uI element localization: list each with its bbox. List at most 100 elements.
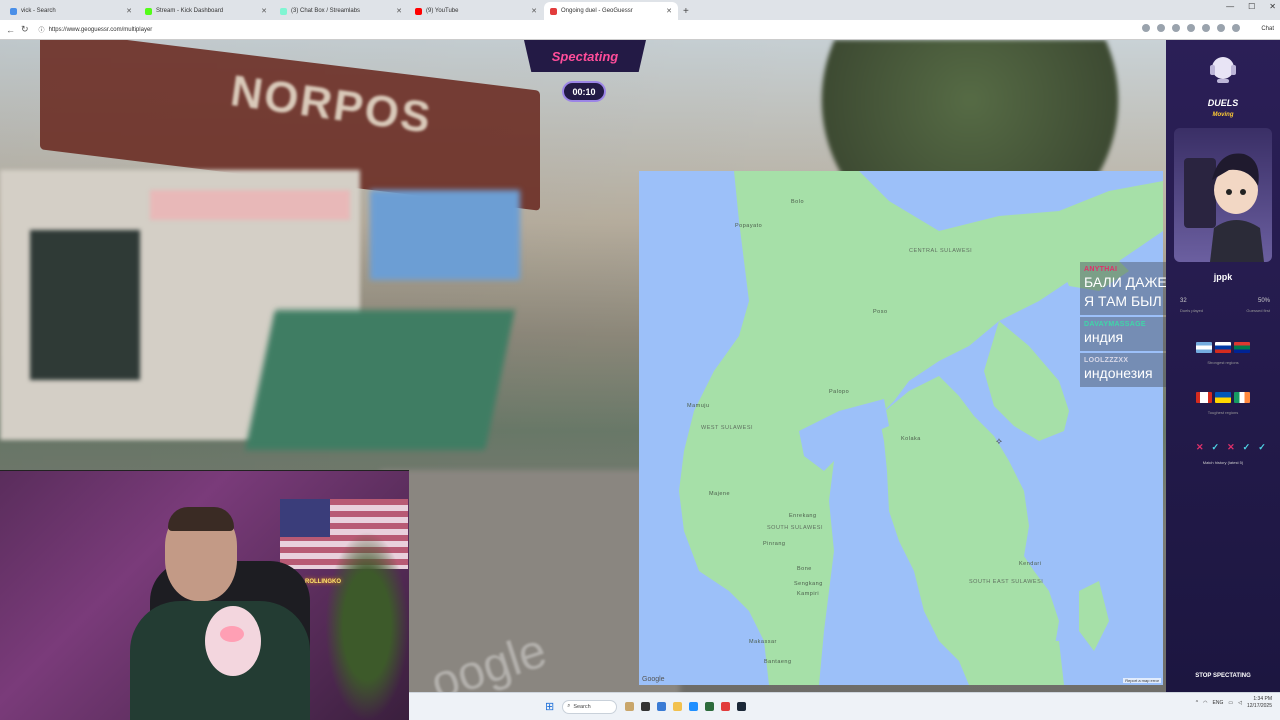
blue-wall — [370, 190, 520, 280]
extension-icon[interactable] — [1142, 24, 1150, 32]
map-city-label: Bolo — [791, 199, 805, 205]
browser-tab-strip: vick - Search ✕ Stream - Kick Dashboard ✕ … — [0, 0, 1280, 20]
map-city-label: Pinrang — [763, 541, 786, 547]
player-sidebar: DUELS Moving jppk 32 50% Duels played Gues… — [1166, 40, 1280, 692]
address-bar: ← ↻ ⓘ https://www.geoguessr.com/multiplay… — [0, 20, 1280, 40]
tab-label: (3) Chat Box / Streamlabs — [291, 8, 361, 14]
map-city-label: Popayato — [735, 223, 763, 229]
browser-tab[interactable]: (3) Chat Box / Streamlabs ✕ — [274, 2, 408, 20]
wifi-icon[interactable]: ◠ — [1203, 700, 1207, 706]
windows-start-icon[interactable]: ⊞ — [545, 700, 554, 713]
guessed-first-label: Guessed first — [1246, 308, 1270, 313]
close-tab-icon[interactable]: ✕ — [666, 7, 672, 15]
map-city-label: Kolaka — [901, 436, 921, 442]
argentina-flag-icon — [1196, 342, 1212, 353]
building-window — [30, 230, 140, 380]
slovenia-flag-icon — [1215, 342, 1231, 353]
close-tab-icon[interactable]: ✕ — [126, 7, 132, 15]
close-tab-icon[interactable]: ✕ — [531, 7, 537, 15]
browser-tab-active[interactable]: Ongoing duel - GeoGuessr ✕ — [544, 2, 678, 20]
reload-icon[interactable]: ↻ — [21, 24, 29, 35]
map-city-label: Mamuju — [687, 403, 710, 409]
map-region-label: CENTRAL SULAWESI — [909, 248, 973, 254]
steam-icon[interactable] — [737, 702, 747, 711]
chat-text: индия — [1084, 329, 1124, 345]
plush-toy-face — [220, 626, 244, 642]
download-icon[interactable] — [1202, 24, 1210, 32]
round-timer: 00:10 — [562, 81, 606, 102]
close-tab-icon[interactable]: ✕ — [396, 7, 402, 15]
sports-court — [245, 310, 515, 450]
maximize-icon[interactable]: ☐ — [1248, 2, 1255, 11]
app-icon[interactable] — [721, 702, 731, 711]
edge-icon[interactable] — [689, 702, 699, 711]
app-icon[interactable] — [641, 702, 651, 711]
christmas-tree — [325, 531, 409, 720]
network-icon[interactable]: ▭ — [1228, 700, 1233, 706]
extension-icon[interactable] — [1157, 24, 1165, 32]
app-icon[interactable] — [625, 702, 635, 711]
search-icon: ⌕ — [567, 703, 571, 709]
taskbar-search[interactable]: ⌕ Search — [562, 699, 618, 714]
windows-taskbar: ⊞ ⌕ Search ^ ◠ ENG ▭ ◁ 1:34 PM 12/17/2025 — [409, 692, 1280, 720]
map-region-label: WEST SULAWESI — [701, 425, 754, 431]
browser-tab[interactable]: vick - Search ✕ — [4, 2, 138, 20]
spectating-title: Spectating — [551, 48, 619, 64]
app-icon[interactable] — [657, 702, 667, 711]
taskbar-clock[interactable]: 1:34 PM 12/17/2025 — [1247, 696, 1272, 710]
tab-favicon-icon — [550, 7, 557, 15]
back-icon[interactable]: ← — [6, 25, 15, 35]
guess-map[interactable]: CENTRAL SULAWESI WEST SULAWESI SOUTH SUL… — [639, 171, 1163, 685]
tab-favicon-icon — [10, 7, 17, 15]
player-avatar — [1174, 128, 1272, 262]
folder-icon[interactable] — [673, 702, 683, 711]
menu-icon[interactable] — [1232, 24, 1240, 32]
map-city-label: Sengkang — [794, 581, 823, 587]
player-stats-labels: Duels played Guessed first — [1180, 308, 1270, 313]
map-city-label: Palopo — [829, 389, 850, 395]
profile-icon[interactable] — [1217, 24, 1225, 32]
neon-sign: ROLLINGKO — [305, 579, 341, 585]
chat-overlay: ANYTHAI БАЛИ ДАЖЕ НАВЕРНОЕ Я ТАМ БЫЛ DAV… — [1080, 262, 1248, 389]
webcam-overlay: ROLLINGKO — [0, 470, 409, 720]
report-map-error-link[interactable]: Report a map error — [1123, 678, 1161, 683]
strongest-regions-label: Strongest regions — [1207, 360, 1239, 365]
south-africa-flag-icon — [1234, 342, 1250, 353]
toughest-regions-flags — [1196, 392, 1250, 403]
map-city-label: Enrekang — [789, 513, 817, 519]
loss-icon: ✕ — [1227, 442, 1235, 452]
us-flag-canton — [280, 499, 330, 537]
app-icon[interactable] — [705, 702, 715, 711]
map-city-label: Kampiri — [797, 591, 820, 597]
tab-favicon-icon — [145, 7, 152, 15]
browser-tab[interactable]: Stream - Kick Dashboard ✕ — [139, 2, 273, 20]
map-region-label: SOUTH SULAWESI — [767, 525, 823, 531]
clock-date: 12/17/2025 — [1246, 703, 1272, 709]
duels-played-value: 32 — [1180, 298, 1187, 304]
tab-label: Stream - Kick Dashboard — [156, 8, 224, 14]
map-city-label: Makassar — [749, 639, 777, 645]
browser-tab[interactable]: (9) YouTube ✕ — [409, 2, 543, 20]
movement-status: Moving — [1212, 112, 1234, 118]
win-icon: ✓ — [1242, 442, 1251, 452]
map-region-label: SOUTH EAST SULAWESI — [969, 579, 1044, 585]
stop-spectating-button[interactable]: STOP SPECTATING — [1174, 667, 1272, 685]
extension-icon[interactable] — [1172, 24, 1180, 32]
google-logo: Google — [642, 676, 665, 683]
chat-message: LOOLZZZXX индонезия — [1080, 353, 1166, 387]
url-field[interactable]: ⓘ https://www.geoguessr.com/multiplayer — [39, 25, 153, 35]
close-tab-icon[interactable]: ✕ — [261, 7, 267, 15]
player-name: jppk — [1213, 272, 1233, 282]
new-tab-icon[interactable]: + — [683, 2, 689, 20]
volume-icon[interactable]: ◁ — [1238, 700, 1242, 706]
site-info-icon[interactable]: ⓘ — [39, 25, 45, 34]
chat-button[interactable]: Chat — [1261, 26, 1274, 32]
chat-text: индонезия — [1084, 365, 1153, 381]
star-icon[interactable] — [1187, 24, 1195, 32]
tray-chevron-icon[interactable]: ^ — [1196, 700, 1198, 706]
tab-favicon-icon — [280, 7, 287, 15]
spectating-banner: Spectating — [524, 40, 646, 72]
close-window-icon[interactable]: ✕ — [1269, 2, 1276, 11]
lang-indicator[interactable]: ENG — [1213, 700, 1224, 706]
minimize-icon[interactable]: — — [1226, 2, 1234, 11]
